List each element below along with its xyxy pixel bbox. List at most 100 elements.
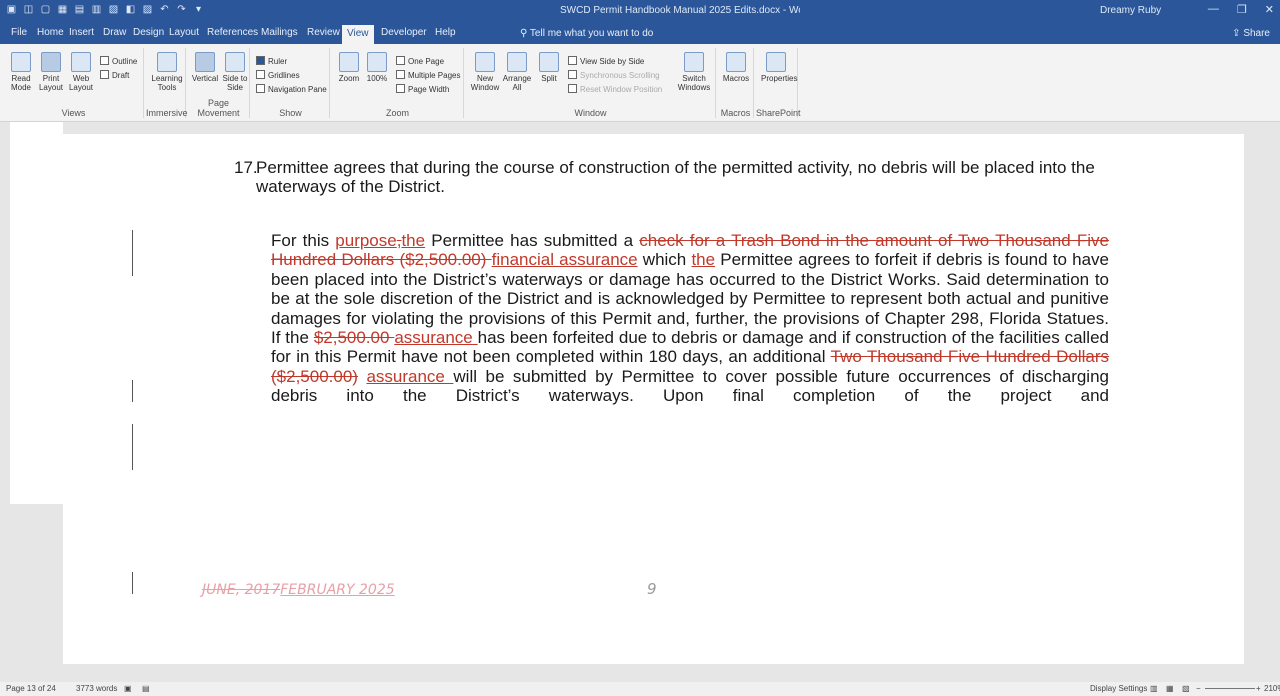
tab-file[interactable]: File	[6, 26, 32, 42]
arrange-all-icon	[507, 52, 527, 72]
layout-icon[interactable]: ▧	[108, 4, 119, 16]
zoom-level[interactable]: 210%	[1264, 684, 1280, 693]
previous-page-edge	[10, 122, 63, 504]
zoom-in-icon[interactable]: +	[1256, 684, 1261, 693]
table-icon[interactable]: ▦	[57, 4, 68, 16]
read-mode-view-icon[interactable]: ▥	[1150, 684, 1158, 693]
switch-windows-button[interactable]: Switch Windows	[676, 52, 712, 92]
side-to-side-button[interactable]: Side to Side	[220, 52, 250, 92]
close-button[interactable]: ✕	[1265, 3, 1274, 16]
list-item-17[interactable]: 17. Permittee agrees that during the cou…	[234, 158, 1110, 197]
print-layout-view-icon[interactable]: ▦	[1166, 684, 1174, 693]
quick-access-toolbar: ▣ ◫ ▢ ▦ ▤ ▥ ▧ ◧ ▨ ↶ ↷ ▾	[6, 4, 204, 16]
split-icon	[539, 52, 559, 72]
share-button[interactable]: ⇪ Share	[1232, 28, 1270, 39]
page-width-button[interactable]: Page Width	[396, 84, 449, 94]
side-to-side-icon	[225, 52, 245, 72]
list-number: 17.	[234, 158, 258, 177]
web-layout-button[interactable]: Web Layout	[66, 52, 96, 92]
zoom-slider[interactable]	[1205, 688, 1255, 689]
display-settings-button[interactable]: Display Settings	[1090, 684, 1147, 693]
group-views: Read Mode Print Layout Web Layout Outlin…	[4, 48, 144, 118]
redo-icon[interactable]: ↷	[176, 4, 187, 16]
minimize-button[interactable]: —	[1208, 3, 1219, 16]
new-window-button[interactable]: New Window	[470, 52, 500, 92]
change-bar	[132, 572, 133, 594]
grid-icon[interactable]: ▤	[74, 4, 85, 16]
ruler-checkbox[interactable]: Ruler	[256, 56, 287, 66]
switch-windows-icon	[684, 52, 704, 72]
change-bar	[132, 380, 133, 402]
proofing-icon[interactable]: ▣	[124, 684, 132, 693]
document-title: SWCD Permit Handbook Manual 2025 Edits.d…	[560, 5, 800, 16]
vertical-icon	[195, 52, 215, 72]
new-window-icon	[475, 52, 495, 72]
multiple-pages-button[interactable]: Multiple Pages	[396, 70, 460, 80]
ribbon-tabs: File Home Insert Draw Design Layout Refe…	[0, 22, 1280, 44]
new-doc-icon[interactable]: ▢	[40, 4, 51, 16]
zoom-100-button[interactable]: 100%	[362, 52, 392, 83]
page-number: 9	[647, 580, 657, 598]
zoom-button[interactable]: Zoom	[334, 52, 364, 83]
web-layout-view-icon[interactable]: ▧	[1182, 684, 1190, 693]
read-mode-button[interactable]: Read Mode	[6, 52, 36, 92]
tab-insert[interactable]: Insert	[64, 26, 99, 42]
tab-view[interactable]: View	[342, 25, 374, 44]
print-icon[interactable]: ▥	[91, 4, 102, 16]
arrange-all-button[interactable]: Arrange All	[502, 52, 532, 92]
gridlines-checkbox[interactable]: Gridlines	[256, 70, 300, 80]
word-count[interactable]: 3773 words	[76, 684, 117, 693]
page-count[interactable]: Page 13 of 24	[6, 684, 56, 693]
group-window: New Window Arrange All Split View Side b…	[466, 48, 716, 118]
tab-layout[interactable]: Layout	[164, 26, 204, 42]
draft-button[interactable]: Draft	[100, 70, 129, 80]
outline-button[interactable]: Outline	[100, 56, 137, 66]
magnifier-icon	[339, 52, 359, 72]
reset-window-position-button[interactable]: Reset Window Position	[568, 84, 662, 94]
group-show: Ruler Gridlines Navigation Pane Show	[252, 48, 330, 118]
customize-icon[interactable]: ▾	[193, 4, 204, 16]
split-button[interactable]: Split	[534, 52, 564, 83]
tab-help[interactable]: Help	[430, 26, 461, 42]
accessibility-icon[interactable]: ▤	[142, 684, 150, 693]
macros-icon	[726, 52, 746, 72]
learning-tools-button[interactable]: Learning Tools	[151, 52, 183, 92]
save-icon[interactable]: ▣	[6, 4, 17, 16]
tab-mailings[interactable]: Mailings	[256, 26, 303, 42]
ribbon: Read Mode Print Layout Web Layout Outlin…	[0, 44, 1280, 122]
tell-me-search[interactable]: ⚲ Tell me what you want to do	[520, 28, 653, 39]
border-icon[interactable]: ▨	[142, 4, 153, 16]
inserted-text: the	[401, 231, 426, 250]
window-controls: — ❐ ✕	[1208, 3, 1274, 16]
autosave-icon[interactable]: ◫	[23, 4, 34, 16]
read-mode-icon	[11, 52, 31, 72]
one-page-button[interactable]: One Page	[396, 56, 444, 66]
vertical-button[interactable]: Vertical	[190, 52, 220, 83]
navigation-pane-checkbox[interactable]: Navigation Pane	[256, 84, 327, 94]
tab-draw[interactable]: Draw	[98, 26, 131, 42]
print-layout-button[interactable]: Print Layout	[36, 52, 66, 92]
macros-button[interactable]: Macros	[721, 52, 751, 83]
learning-tools-icon	[157, 52, 177, 72]
zoom-out-icon[interactable]: −	[1196, 684, 1201, 693]
zoom-100-icon	[367, 52, 387, 72]
undo-icon[interactable]: ↶	[159, 4, 170, 16]
body-paragraph[interactable]: For this purpose,the Permittee has submi…	[271, 231, 1109, 406]
lightbulb-icon: ⚲	[520, 28, 530, 39]
document-workspace[interactable]: 17. Permittee agrees that during the cou…	[0, 122, 1280, 682]
tab-design[interactable]: Design	[128, 26, 169, 42]
tab-review[interactable]: Review	[302, 26, 345, 42]
properties-icon	[766, 52, 786, 72]
footer-date: JUNE, 2017FEBRUARY 2025	[202, 582, 395, 598]
tab-developer[interactable]: Developer	[376, 26, 432, 42]
properties-button[interactable]: Properties	[761, 52, 797, 83]
view-side-by-side-button[interactable]: View Side by Side	[568, 56, 644, 66]
format-icon[interactable]: ◧	[125, 4, 136, 16]
group-zoom: Zoom 100% One Page Multiple Pages Page W…	[332, 48, 464, 118]
document-page[interactable]: 17. Permittee agrees that during the cou…	[63, 134, 1244, 664]
sync-scrolling-button[interactable]: Synchronous Scrolling	[568, 70, 660, 80]
user-name[interactable]: Dreamy Ruby	[1100, 5, 1161, 16]
tab-references[interactable]: References	[202, 26, 263, 42]
deleted-text: JUNE, 2017	[202, 582, 281, 598]
restore-button[interactable]: ❐	[1237, 3, 1247, 16]
